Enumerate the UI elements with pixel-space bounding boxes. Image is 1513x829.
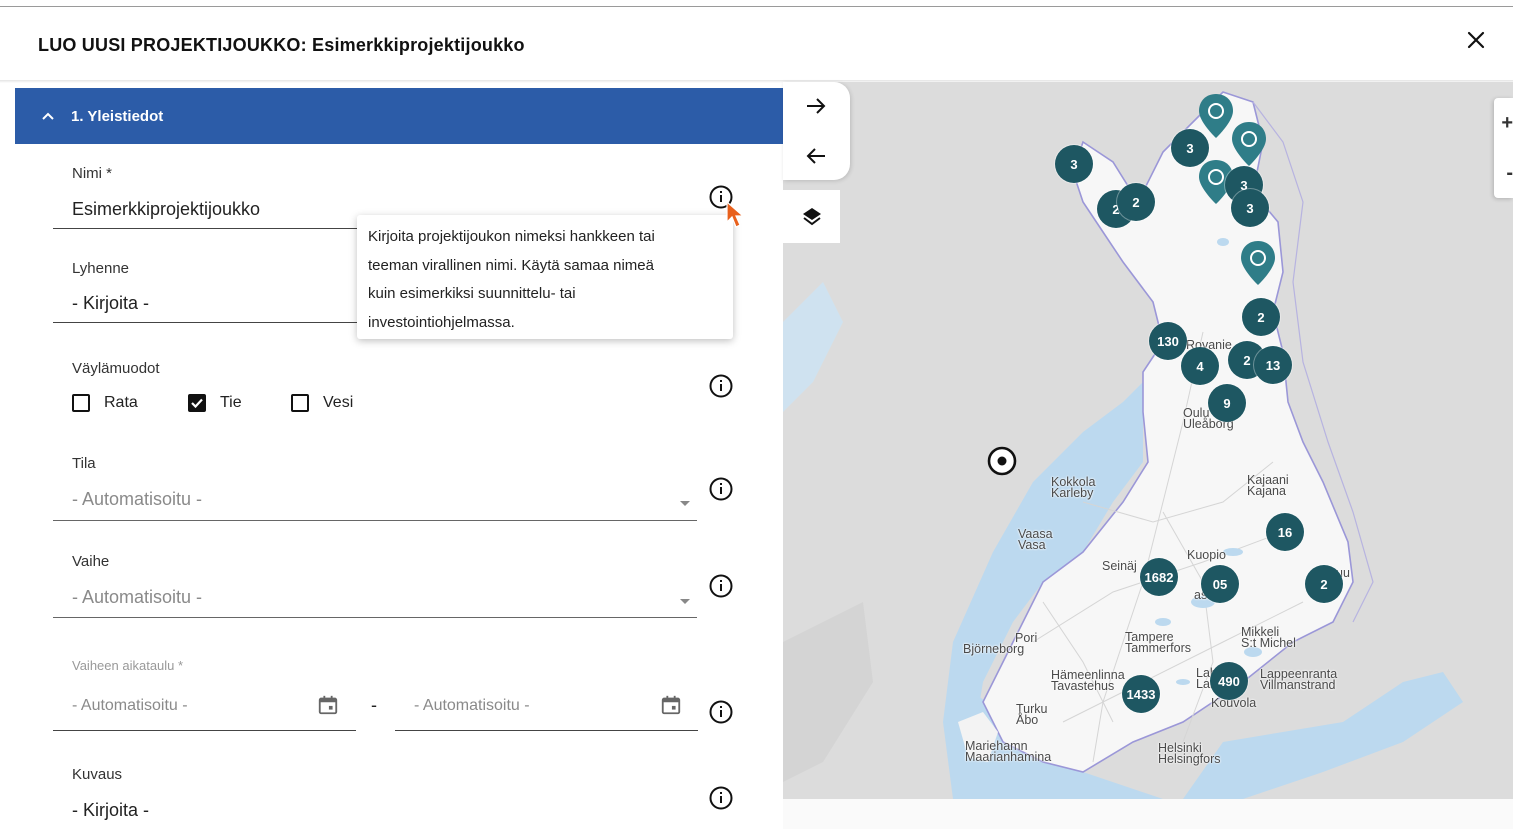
check-icon [191, 398, 203, 409]
kuvaus-input[interactable]: - Kirjoita - [72, 800, 149, 821]
info-icon-vaihe[interactable] [709, 574, 733, 598]
info-tooltip: Kirjoita projektijoukon nimeksi hankkeen… [357, 215, 733, 339]
close-icon[interactable] [1462, 26, 1490, 54]
city-label: Turku Åbo [1016, 702, 1048, 727]
map-cluster[interactable]: 1682 [1140, 558, 1178, 596]
tooltip-line: Kirjoita projektijoukon nimeksi hankkeen… [368, 228, 655, 245]
aikataulu-end-input[interactable]: - Automatisoitu - [414, 697, 530, 715]
aikataulu-end-underline [395, 730, 698, 731]
dialog-title: LUO UUSI PROJEKTIJOUKKO: Esimerkkiprojek… [38, 35, 525, 55]
map-cluster[interactable]: 130 [1149, 322, 1187, 360]
map-cluster[interactable]: 2 [1305, 565, 1343, 603]
map-cluster[interactable]: 13 [1254, 346, 1292, 384]
tila-underline [53, 520, 697, 521]
vaylamuodot-label: Väylämuodot [72, 360, 160, 377]
city-label: Mikkeli S:t Michel [1241, 625, 1296, 650]
map-pin-icon[interactable] [1239, 239, 1277, 289]
checkbox-box[interactable] [291, 394, 309, 412]
top-divider [0, 6, 1513, 7]
location-target-icon[interactable] [986, 445, 1018, 477]
checkbox-tie[interactable]: Tie [188, 394, 242, 412]
checkbox-label: Tie [220, 394, 242, 411]
map-footer-strip [783, 799, 1513, 829]
city-label: Mariehamn Maarianhamina [965, 739, 1052, 764]
tooltip-line: investointiohjelmassa. [368, 313, 515, 331]
map-cluster[interactable]: 3 [1231, 189, 1269, 227]
tooltip-line: teeman virallinen nimi. Käytä samaa nime… [368, 256, 654, 274]
map-cluster[interactable]: 3 [1171, 129, 1209, 167]
mouse-cursor-icon [726, 200, 745, 228]
expand-map-button[interactable] [783, 82, 850, 130]
arrow-left-icon [806, 148, 825, 164]
map-cluster[interactable]: 2 [1242, 298, 1280, 336]
city-label: Kouvola [1211, 696, 1257, 710]
map-cluster[interactable]: 9 [1208, 384, 1246, 422]
zoom-out-button[interactable]: - [1494, 148, 1513, 198]
city-label: Kokkola Karleby [1051, 475, 1096, 500]
map-cluster[interactable]: 4 [1181, 347, 1219, 385]
city-label: Tampere Tammerfors [1125, 630, 1191, 655]
aikataulu-label: Vaiheen aikataulu * [72, 658, 184, 673]
vaihe-select[interactable]: - Automatisoitu - [72, 587, 202, 608]
lyhenne-input[interactable]: - Kirjoita - [72, 293, 149, 314]
section-title: 1. Yleistiedot [71, 107, 164, 125]
aikataulu-start-underline [53, 730, 356, 731]
section-header-yleistiedot[interactable]: 1. Yleistiedot [15, 88, 783, 144]
layers-icon [802, 207, 821, 225]
city-label: Kajaani Kajana [1247, 473, 1289, 498]
aikataulu-start-input[interactable]: - Automatisoitu - [72, 697, 188, 715]
collapse-map-button[interactable] [783, 132, 850, 180]
nimi-label: Nimi * [72, 165, 112, 182]
map-cluster[interactable]: 05 [1201, 565, 1239, 603]
map-cluster[interactable]: 3 [1055, 145, 1093, 183]
checkbox-label: Rata [104, 394, 138, 411]
dropdown-caret-icon[interactable] [680, 501, 690, 506]
date-range-separator: - [371, 695, 377, 715]
arrow-right-icon [807, 98, 826, 114]
info-icon-tila[interactable] [709, 477, 733, 501]
nimi-input[interactable]: Esimerkkiprojektijoukko [72, 199, 260, 220]
calendar-icon[interactable] [660, 694, 682, 716]
map-cluster[interactable]: 16 [1266, 513, 1304, 551]
city-label: Helsinki Helsingfors [1158, 741, 1221, 766]
checkbox-label: Vesi [323, 394, 354, 411]
tila-label: Tila [72, 455, 96, 472]
dropdown-caret-icon[interactable] [680, 599, 690, 604]
city-label: Pori Björneborg [963, 631, 1038, 656]
zoom-controls: + - [1494, 98, 1513, 198]
info-icon-kuvaus[interactable] [709, 786, 733, 810]
checkbox-box-checked[interactable] [188, 394, 206, 412]
info-icon-aikataulu[interactable] [709, 700, 733, 724]
chevron-up-icon [42, 112, 54, 120]
calendar-icon[interactable] [317, 694, 339, 716]
map-cluster[interactable]: 1433 [1122, 675, 1160, 713]
city-label: Seinäj [1102, 559, 1137, 573]
city-label: Vaasa Vasa [1018, 527, 1053, 552]
kuvaus-label: Kuvaus [72, 766, 123, 783]
info-icon-vaylamuodot[interactable] [709, 374, 733, 398]
map-cluster[interactable]: 2 [1117, 183, 1155, 221]
nimi-underline [53, 228, 358, 229]
map-layers-button[interactable] [783, 190, 840, 243]
map-pin-icon[interactable] [1230, 120, 1268, 170]
lyhenne-label: Lyhenne [72, 260, 129, 277]
vaihe-label: Vaihe [72, 553, 110, 570]
tila-select[interactable]: - Automatisoitu - [72, 489, 202, 510]
tooltip-line: kuin esimerkiksi suunnittelu- tai [368, 285, 576, 302]
panel-toggle-group [783, 82, 850, 180]
lyhenne-underline [53, 322, 358, 323]
city-label: Lappeenranta Villmanstrand [1260, 667, 1338, 692]
city-label: Kuopio [1187, 548, 1226, 562]
vaihe-underline [53, 617, 697, 618]
map-cluster[interactable]: 490 [1210, 662, 1248, 700]
checkbox-rata[interactable]: Rata [72, 394, 138, 412]
checkbox-box[interactable] [72, 394, 90, 412]
zoom-in-button[interactable]: + [1494, 98, 1513, 148]
city-label: Hämeenlinna Tavastehus [1051, 668, 1125, 693]
checkbox-vesi[interactable]: Vesi [291, 394, 353, 412]
